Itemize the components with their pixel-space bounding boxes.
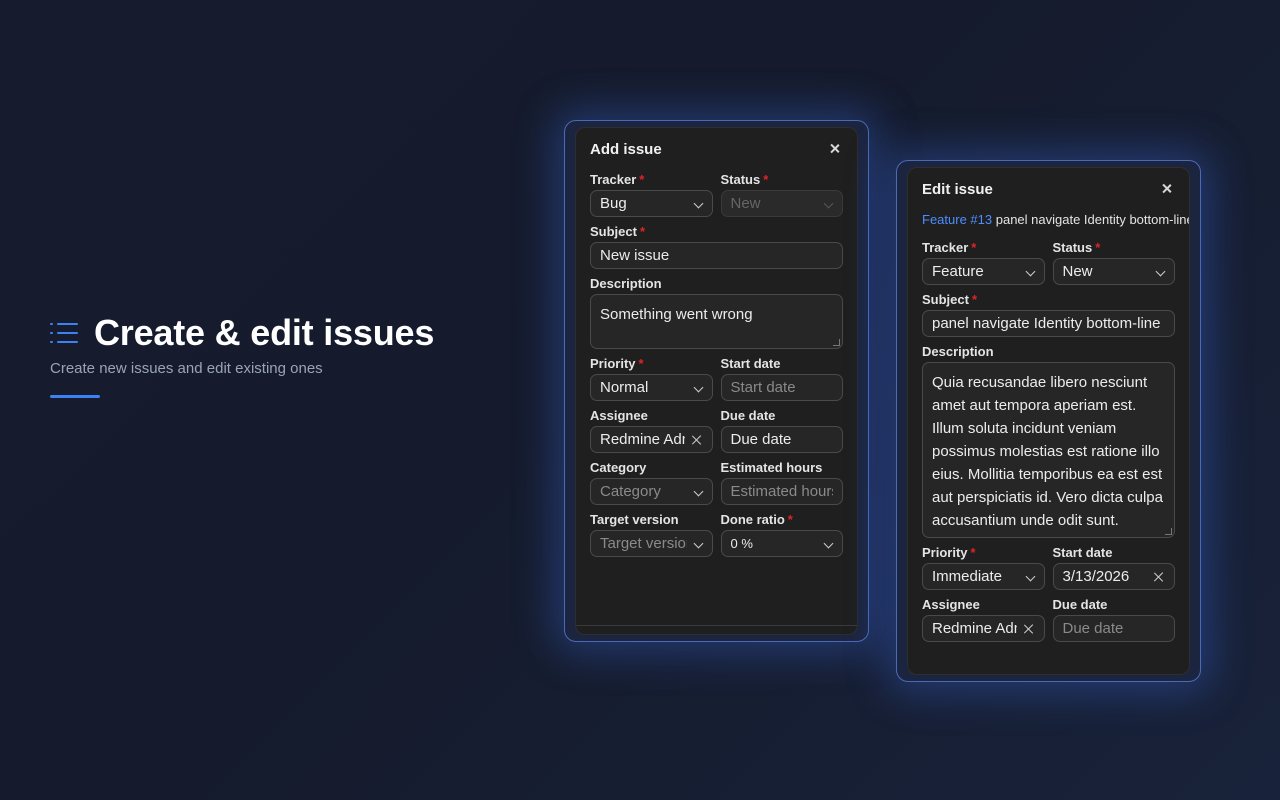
due-date-label: Due date	[720, 408, 776, 423]
chevron-down-icon	[693, 539, 703, 549]
page-subtitle: Create new issues and edit existing ones	[50, 360, 323, 377]
status-label: Status *	[1052, 240, 1101, 255]
clear-icon[interactable]	[691, 434, 703, 446]
tracker-label: Tracker *	[590, 172, 645, 187]
tracker-select[interactable]: Bug	[590, 190, 713, 217]
assignee-select[interactable]: Redmine Admin	[922, 615, 1045, 642]
page-title: Create & edit issues	[94, 312, 435, 353]
close-icon[interactable]	[827, 141, 843, 157]
resize-handle[interactable]	[1165, 528, 1172, 535]
chevron-down-icon	[693, 199, 703, 209]
description-label: Description	[922, 344, 994, 359]
estimated-hours-label: Estimated hours	[720, 460, 823, 475]
tracker-select[interactable]: Feature	[922, 258, 1045, 285]
edit-issue-panel: Edit issue Feature #13 panel navigate Id…	[907, 167, 1190, 675]
target-version-label: Target version	[590, 512, 679, 527]
priority-select[interactable]: Normal	[590, 374, 713, 401]
assignee-select[interactable]: Redmine Admin	[590, 426, 713, 453]
description-label: Description	[590, 276, 662, 291]
clear-icon[interactable]	[1153, 571, 1165, 583]
tracker-label: Tracker *	[922, 240, 977, 255]
estimated-hours-input[interactable]: Estimated hours	[720, 478, 843, 505]
tracker-status-row: Tracker * Bug Status * New	[576, 170, 857, 217]
chevron-down-icon	[1155, 267, 1165, 277]
due-date-label: Due date	[1052, 597, 1108, 612]
category-label: Category	[590, 460, 647, 475]
priority-label: Priority *	[590, 356, 644, 371]
subject-label: Subject *	[922, 292, 978, 307]
chevron-down-icon	[693, 383, 703, 393]
due-date-input[interactable]: Due date	[1052, 615, 1175, 642]
title-underline	[50, 395, 100, 398]
subject-input[interactable]: New issue	[590, 242, 843, 269]
description-textarea[interactable]: Quia recusandae libero nesciunt amet aut…	[922, 362, 1175, 538]
issue-reference: Feature #13 panel navigate Identity bott…	[908, 210, 1189, 230]
target-version-select[interactable]: Target version	[590, 530, 713, 557]
hero-section: Create & edit issues Create new issues a…	[50, 312, 490, 398]
list-icon	[50, 320, 80, 346]
edit-issue-header: Edit issue	[908, 168, 1189, 210]
status-select[interactable]: New	[1052, 258, 1175, 285]
start-date-input[interactable]: Start date	[720, 374, 843, 401]
add-issue-window: Add issue Tracker * Bug Status * New Subje…	[564, 120, 869, 642]
hero-title-row: Create & edit issues	[50, 312, 490, 354]
chevron-down-icon	[1025, 267, 1035, 277]
done-ratio-label: Done ratio *	[720, 512, 793, 527]
assignee-label: Assignee	[922, 597, 980, 612]
edit-issue-window: Edit issue Feature #13 panel navigate Id…	[896, 160, 1201, 682]
status-select: New	[720, 190, 843, 217]
chevron-down-icon	[823, 199, 833, 209]
chevron-down-icon	[1025, 572, 1035, 582]
priority-select[interactable]: Immediate	[922, 563, 1045, 590]
close-icon[interactable]	[1159, 181, 1175, 197]
start-date-label: Start date	[1052, 545, 1113, 560]
start-date-label: Start date	[720, 356, 781, 371]
description-textarea[interactable]: Something went wrong	[590, 294, 843, 349]
issue-link[interactable]: Feature #13	[922, 212, 992, 227]
chevron-down-icon	[693, 487, 703, 497]
edit-issue-title: Edit issue	[922, 180, 993, 198]
assignee-label: Assignee	[590, 408, 648, 423]
chevron-down-icon	[823, 539, 833, 549]
status-label: Status *	[720, 172, 769, 187]
done-ratio-select[interactable]: 0 %	[720, 530, 843, 557]
category-select[interactable]: Category	[590, 478, 713, 505]
due-date-input[interactable]: Due date	[720, 426, 843, 453]
clear-icon[interactable]	[1023, 623, 1035, 635]
start-date-input[interactable]: 3/13/2026	[1052, 563, 1175, 590]
add-issue-title: Add issue	[590, 140, 662, 158]
subject-label: Subject *	[590, 224, 646, 239]
issue-subject-text: panel navigate Identity bottom-line	[995, 212, 1189, 227]
resize-handle[interactable]	[833, 339, 840, 346]
priority-label: Priority *	[922, 545, 976, 560]
subject-input[interactable]: panel navigate Identity bottom-line	[922, 310, 1175, 337]
add-issue-header: Add issue	[576, 128, 857, 170]
panel-divider	[576, 625, 857, 626]
add-issue-panel: Add issue Tracker * Bug Status * New Subje…	[575, 127, 858, 635]
